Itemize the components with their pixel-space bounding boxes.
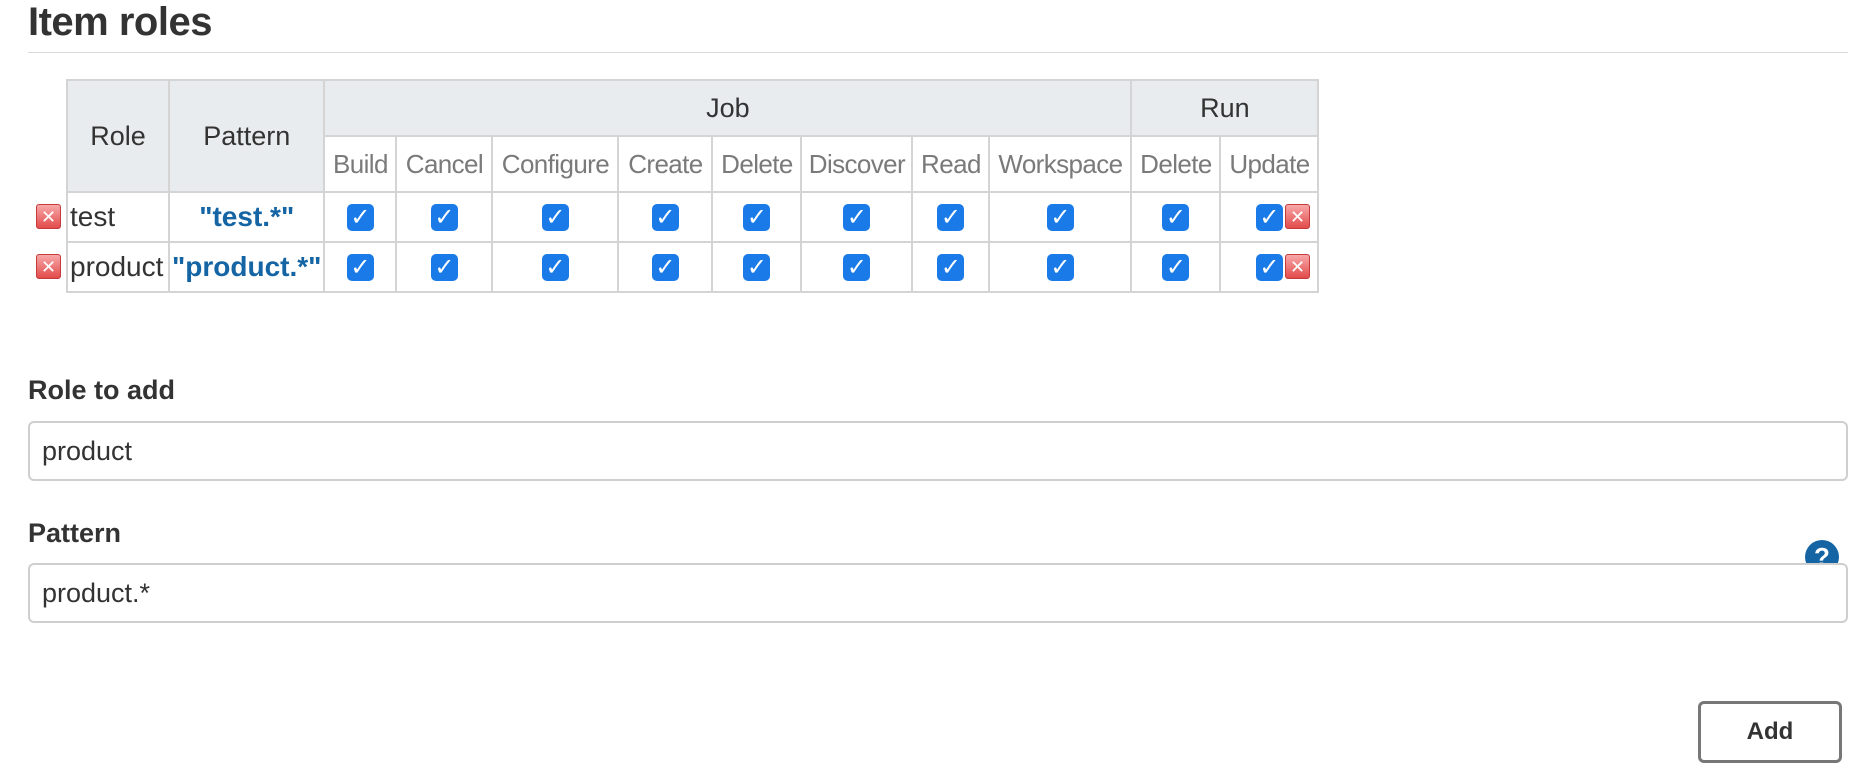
- permission-cell: ✓: [1130, 191, 1222, 243]
- permission-checkbox[interactable]: ✓: [541, 203, 569, 231]
- permission-header-job-delete: Delete: [711, 135, 803, 193]
- permission-header-job-cancel: Cancel: [395, 135, 494, 193]
- add-role-button[interactable]: Add: [1698, 701, 1842, 763]
- permission-checkbox[interactable]: ✓: [1255, 203, 1283, 231]
- permission-checkbox[interactable]: ✓: [346, 253, 374, 281]
- run-group-header: Run: [1130, 79, 1320, 137]
- permission-cell: ✓: [395, 241, 494, 293]
- permission-checkbox[interactable]: ✓: [651, 253, 679, 281]
- permission-checkbox[interactable]: ✓: [651, 203, 679, 231]
- role-to-add-input[interactable]: [28, 421, 1848, 481]
- delete-role-icon[interactable]: ✕: [1285, 254, 1310, 279]
- role-name: test: [66, 191, 170, 243]
- delete-role-icon[interactable]: ✕: [36, 204, 61, 229]
- permission-checkbox[interactable]: ✓: [743, 203, 771, 231]
- pattern-label: Pattern: [28, 518, 122, 548]
- permission-checkbox[interactable]: ✓: [541, 253, 569, 281]
- permission-checkbox[interactable]: ✓: [1162, 253, 1190, 281]
- item-roles-table: Role Pattern Job Run Build Cancel Configur…: [66, 79, 1320, 293]
- permission-header-job-build: Build: [323, 135, 398, 193]
- section-title: Item roles: [28, 0, 212, 44]
- permission-header-run-update: Update: [1219, 135, 1320, 193]
- permission-header-job-workspace: Workspace: [988, 135, 1133, 193]
- permission-header-job-create: Create: [617, 135, 714, 193]
- permission-checkbox[interactable]: ✓: [937, 253, 965, 281]
- permission-checkbox[interactable]: ✓: [346, 203, 374, 231]
- permission-cell: ✓: [988, 191, 1133, 243]
- permission-checkbox[interactable]: ✓: [430, 253, 458, 281]
- permission-cell: ✓: [800, 241, 914, 293]
- role-to-add-label: Role to add: [28, 375, 175, 405]
- pattern-column-header: Pattern: [167, 79, 326, 193]
- permission-cell: ✓: [800, 191, 914, 243]
- permission-cell: ✓: [988, 241, 1133, 293]
- permission-checkbox[interactable]: ✓: [1255, 253, 1283, 281]
- permission-checkbox[interactable]: ✓: [743, 253, 771, 281]
- permission-header-run-delete: Delete: [1130, 135, 1222, 193]
- permission-header-job-read: Read: [911, 135, 991, 193]
- permission-checkbox[interactable]: ✓: [1046, 203, 1074, 231]
- role-pattern-link[interactable]: "product.*": [167, 241, 326, 293]
- role-pattern-link[interactable]: "test.*": [167, 191, 326, 243]
- permission-cell: ✓: [617, 191, 714, 243]
- delete-role-icon[interactable]: ✕: [36, 254, 61, 279]
- permission-checkbox[interactable]: ✓: [843, 203, 871, 231]
- job-group-header: Job: [323, 79, 1133, 137]
- permission-cell: ✓: [1130, 241, 1222, 293]
- permission-cell: ✓: [711, 191, 803, 243]
- role-column-header: Role: [66, 79, 170, 193]
- role-name: product: [66, 241, 170, 293]
- permission-cell: ✓: [491, 191, 620, 243]
- permission-checkbox[interactable]: ✓: [937, 203, 965, 231]
- delete-role-icon[interactable]: ✕: [1285, 204, 1310, 229]
- permission-header-job-configure: Configure: [491, 135, 620, 193]
- permission-cell: ✓: [491, 241, 620, 293]
- permission-header-job-discover: Discover: [800, 135, 914, 193]
- role-row: product "product.*" ✓ ✓ ✓ ✓ ✓ ✓ ✓ ✓ ✓ ✓: [66, 241, 1320, 293]
- permission-cell: ✓: [395, 191, 494, 243]
- permission-cell: ✓: [323, 241, 398, 293]
- role-row: test "test.*" ✓ ✓ ✓ ✓ ✓ ✓ ✓ ✓ ✓ ✓: [66, 191, 1320, 243]
- permission-checkbox[interactable]: ✓: [1162, 203, 1190, 231]
- permission-cell: ✓: [617, 241, 714, 293]
- permission-cell: ✓: [323, 191, 398, 243]
- permission-cell: ✓: [711, 241, 803, 293]
- permission-checkbox[interactable]: ✓: [430, 203, 458, 231]
- pattern-input[interactable]: [28, 563, 1848, 623]
- permission-checkbox[interactable]: ✓: [1046, 253, 1074, 281]
- section-divider: [28, 52, 1848, 53]
- permission-checkbox[interactable]: ✓: [843, 253, 871, 281]
- permission-cell: ✓: [911, 241, 991, 293]
- permission-cell: ✓: [911, 191, 991, 243]
